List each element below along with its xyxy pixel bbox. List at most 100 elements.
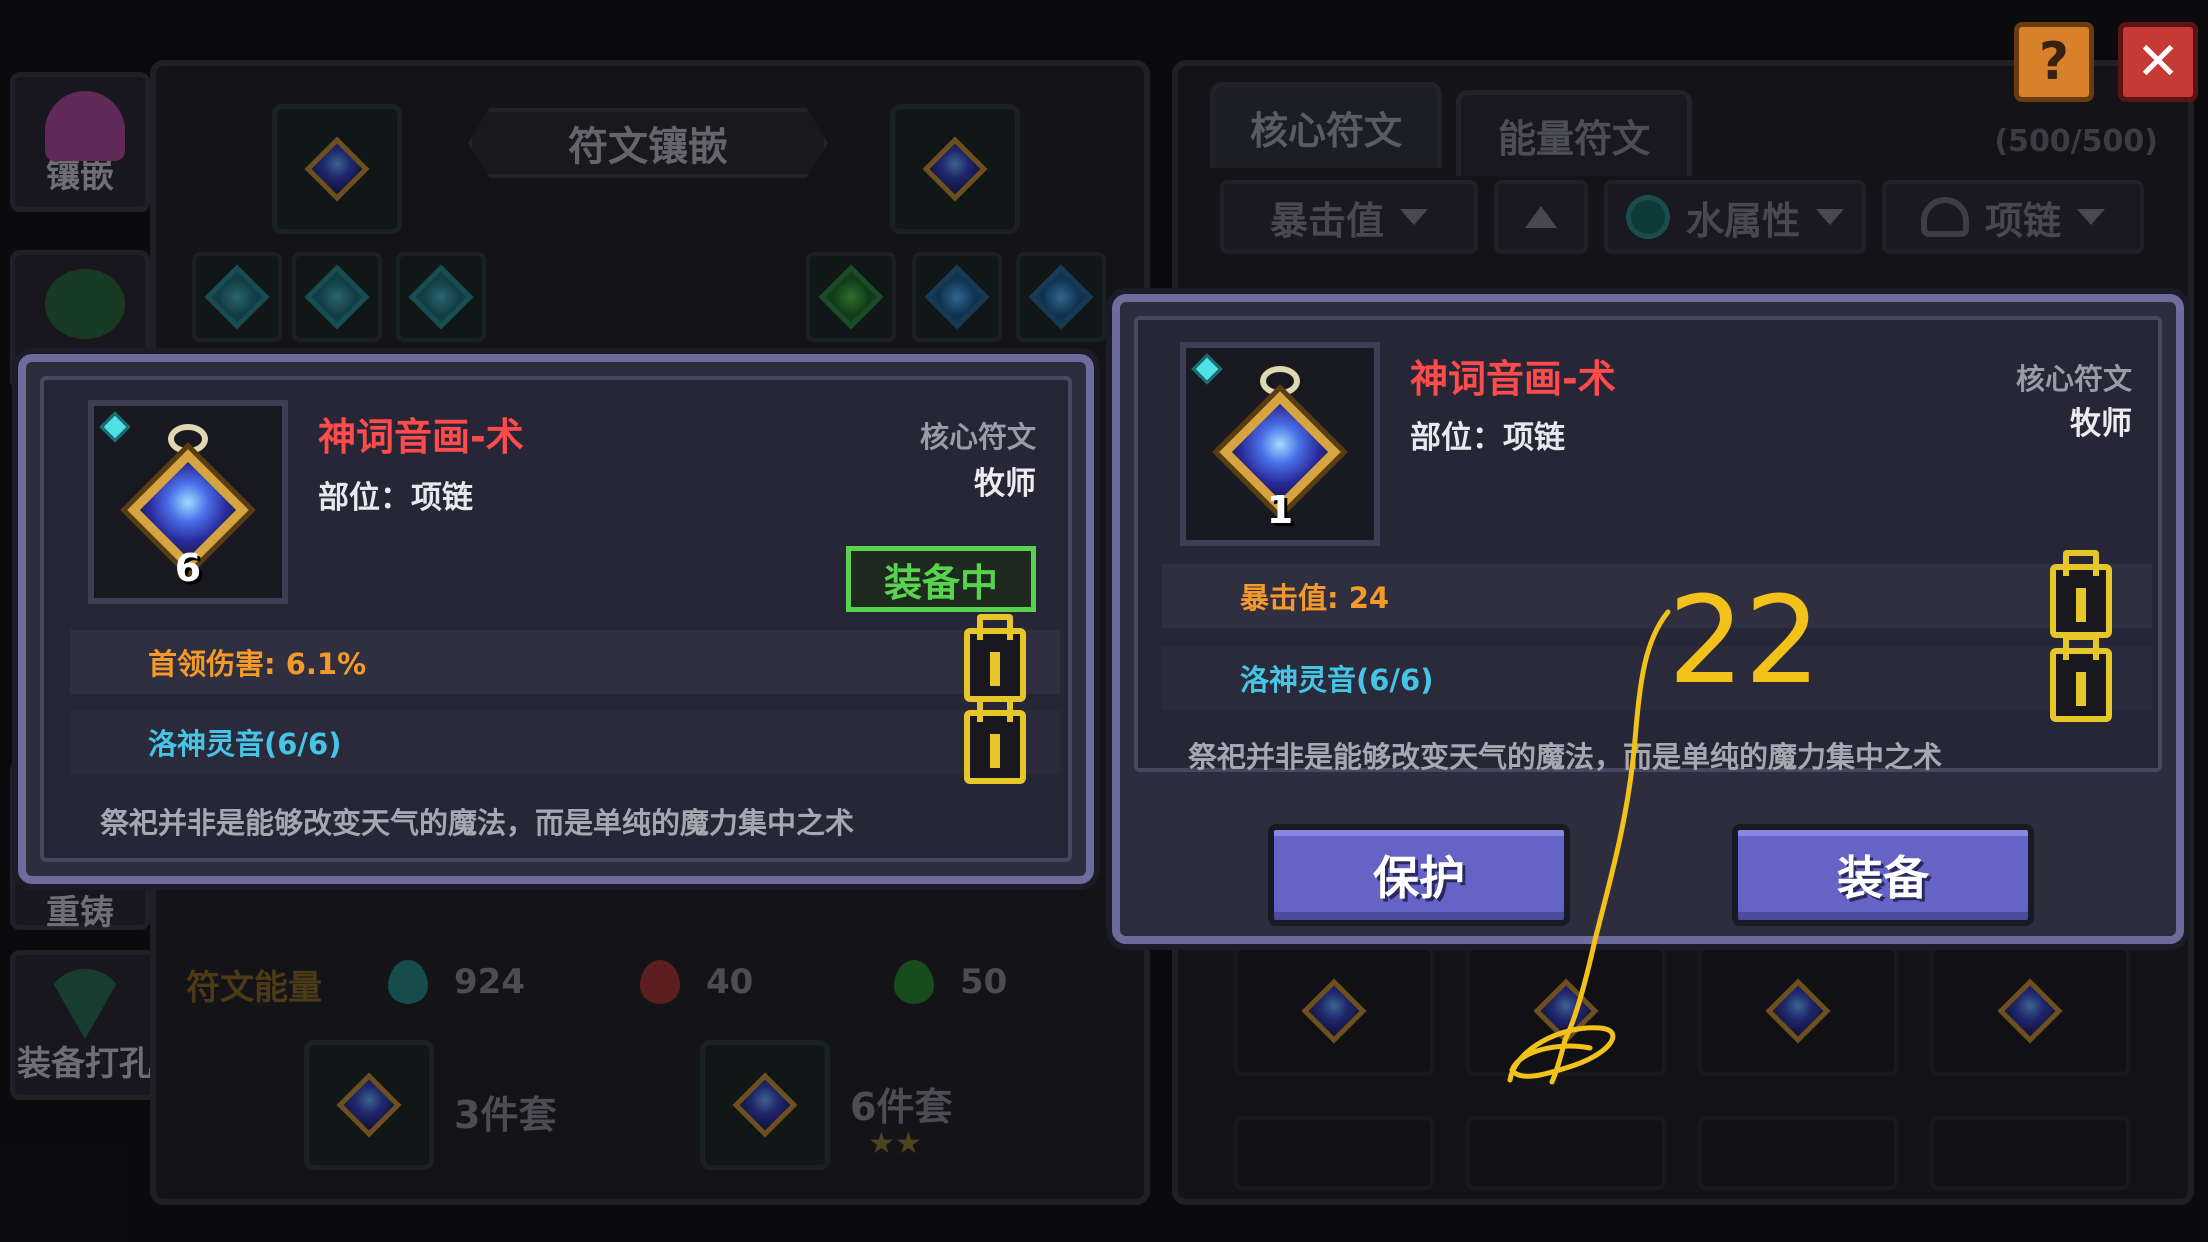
rune-energy-label: 符文能量 (186, 960, 322, 1009)
set-6-label: 6件套 (850, 1085, 953, 1129)
lock-icon[interactable] (964, 628, 1026, 702)
rune-gem-icon (408, 264, 474, 330)
stat-row-1: 首领伤害: 6.1% (70, 630, 1060, 694)
lock-icon[interactable] (964, 710, 1026, 784)
sort-label: 暴击值 (1269, 198, 1384, 243)
side-tab-socket[interactable]: 装备打孔 (10, 950, 160, 1100)
rarity-gem-icon (1191, 353, 1223, 385)
rune-slot[interactable] (192, 252, 282, 342)
energy-value: 50 (960, 962, 1008, 1002)
big-rune-slot-right[interactable] (890, 104, 1020, 234)
water-drop-icon (388, 960, 428, 1004)
inventory-rune[interactable] (1234, 1116, 1434, 1190)
set-stars: ★★ (868, 1126, 922, 1161)
chevron-down-icon (1816, 209, 1844, 225)
help-button[interactable]: ? (2014, 22, 2094, 102)
sort-order-button[interactable] (1494, 180, 1588, 254)
set-bonus-name: 洛神灵音(6/6) (148, 727, 342, 761)
chevron-down-icon (1400, 209, 1428, 225)
inventory-rune[interactable] (1698, 946, 1898, 1076)
tab-energy-runes[interactable]: 能量符文 (1456, 90, 1692, 176)
rune-description: 祭祀并非是能够改变天气的魔法，而是单纯的魔力集中之术 (100, 806, 855, 840)
set-3-label: 3件套 (454, 1093, 557, 1137)
necklace-icon (1920, 197, 1969, 237)
rune-slot[interactable] (912, 252, 1002, 342)
slot-label: 项链 (1984, 198, 2061, 243)
rune-slot-type: 部位：项链 (318, 480, 473, 516)
tab-core-runes[interactable]: 核心符文 (1210, 82, 1442, 168)
set-bonus-slot[interactable] (700, 1040, 830, 1170)
close-icon: ✕ (2136, 32, 2180, 92)
question-icon: ? (2038, 32, 2070, 92)
rune-gem-icon (732, 1072, 798, 1138)
equipped-rune-popup: 6 神词音画-术 部位：项链 核心符文 牧师 装备中 首领伤害: 6.1% 洛神… (18, 354, 1094, 884)
rune-gem-icon (1997, 978, 2063, 1044)
side-tab-inlay[interactable]: 镶嵌 (10, 72, 150, 212)
lock-icon[interactable] (2050, 648, 2112, 722)
rune-capacity: (500/500) (1994, 124, 2158, 159)
set-bonus-name: 洛神灵音(6/6) (1240, 663, 1434, 697)
energy-value: 924 (454, 962, 525, 1002)
slot-dropdown[interactable]: 项链 (1882, 180, 2144, 254)
inventory-rune[interactable] (1930, 1116, 2130, 1190)
water-element-icon (1625, 195, 1670, 239)
rune-gem-icon (818, 264, 884, 330)
rarity-gem-icon (99, 411, 131, 443)
big-rune-slot-left[interactable] (272, 104, 402, 234)
rune-gem-icon (1301, 978, 1367, 1044)
rune-gem-icon (1028, 264, 1094, 330)
socket-icon (45, 969, 125, 1039)
fire-drop-icon (640, 960, 680, 1004)
chevron-down-icon (2077, 209, 2105, 225)
rune-slot[interactable] (806, 252, 896, 342)
rune-slot[interactable] (396, 252, 486, 342)
rune-gem-icon (304, 264, 370, 330)
element-dropdown[interactable]: 水属性 (1604, 180, 1866, 254)
rune-name: 神词音画-术 (1410, 357, 1616, 401)
rune-category: 核心符文 (2015, 362, 2132, 396)
stat-boss-damage: 首领伤害: 6.1% (148, 647, 367, 681)
stat-row-2: 洛神灵音(6/6) (1162, 646, 2152, 710)
inventory-rune[interactable] (1930, 946, 2130, 1076)
rune-slot-type: 部位：项链 (1410, 420, 1565, 456)
inventory-rune[interactable] (1466, 1116, 1666, 1190)
rune-name: 神词音画-术 (318, 415, 524, 459)
annotation-step-number: 22 (1668, 572, 1821, 711)
hex-icon (45, 269, 125, 339)
rune-icon-frame: 6 (88, 400, 288, 604)
inventory-rune[interactable] (1234, 946, 1434, 1076)
rune-class: 牧师 (974, 466, 1036, 502)
set-bonus-slot[interactable] (304, 1040, 434, 1170)
energy-value: 40 (706, 962, 754, 1002)
stat-row-1: 暴击值: 24 (1162, 564, 2152, 628)
wind-drop-icon (894, 960, 934, 1004)
element-label: 水属性 (1685, 198, 1800, 243)
rune-gem-icon (1533, 978, 1599, 1044)
close-button[interactable]: ✕ (2118, 22, 2198, 102)
inventory-rune[interactable] (1466, 946, 1666, 1076)
inlay-icon (45, 91, 125, 161)
selected-rune-popup: 1 神词音画-术 部位：项链 核心符文 牧师 暴击值: 24 洛神灵音(6/6)… (1112, 294, 2184, 944)
energy-wind: 50 (894, 960, 1007, 1004)
side-tab-label: 装备打孔 (17, 1044, 153, 1084)
rune-gem-icon (336, 1072, 402, 1138)
equipped-badge: 装备中 (846, 546, 1036, 612)
lock-icon[interactable] (2050, 564, 2112, 638)
protect-button[interactable]: 保护 (1268, 824, 1570, 926)
sort-dropdown[interactable]: 暴击值 (1220, 180, 1478, 254)
rune-gem-icon (304, 136, 370, 202)
side-tab-label: 重铸 (46, 893, 114, 933)
equip-button[interactable]: 装备 (1732, 824, 2034, 926)
rune-level: 6 (174, 546, 202, 590)
stat-crit-value: 暴击值: 24 (1240, 581, 1390, 615)
rune-icon-frame: 1 (1180, 342, 1380, 546)
rune-level: 1 (1266, 488, 1294, 532)
energy-label-text: 符文能量 (186, 968, 322, 1008)
inventory-rune[interactable] (1698, 1116, 1898, 1190)
arrow-up-icon (1525, 206, 1557, 228)
rune-slot[interactable] (292, 252, 382, 342)
energy-water: 924 (388, 960, 525, 1004)
rune-slot[interactable] (1016, 252, 1106, 342)
rune-gem-icon (204, 264, 270, 330)
rune-description: 祭祀并非是能够改变天气的魔法，而是单纯的魔力集中之术 (1188, 740, 1943, 774)
